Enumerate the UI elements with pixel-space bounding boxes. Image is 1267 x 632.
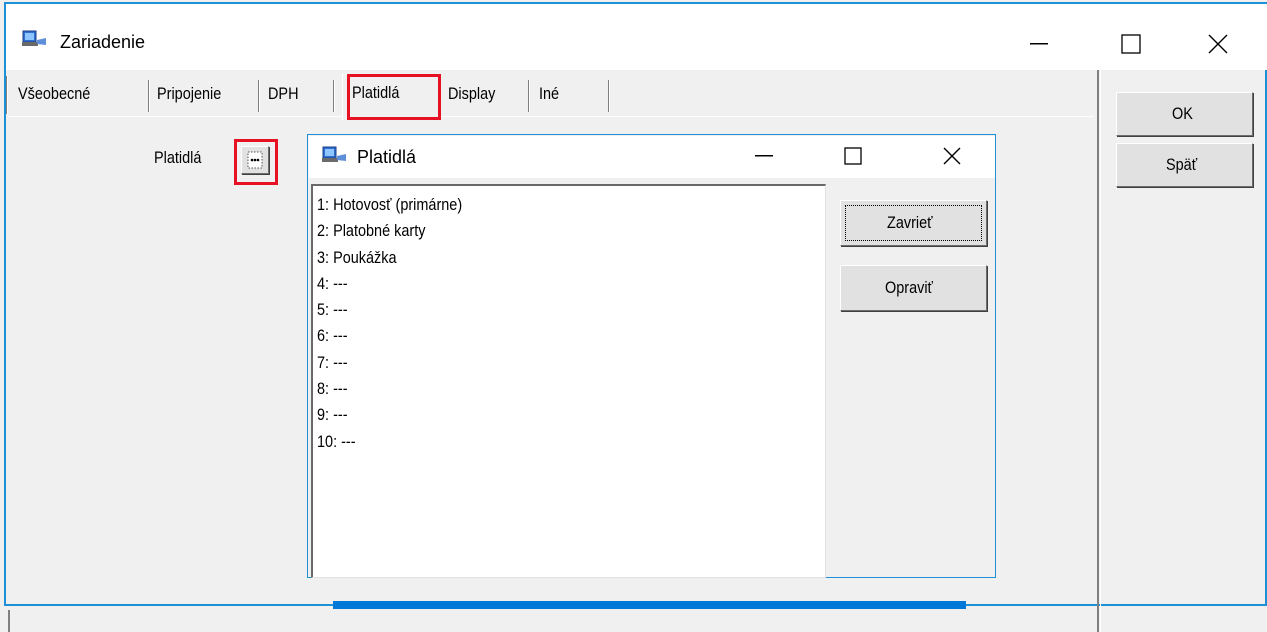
list-item[interactable]: 5: --- [317, 297, 797, 323]
tab-baseline [8, 116, 342, 117]
list-item[interactable]: 3: Poukážka [317, 245, 797, 271]
back-button[interactable]: Späť [1116, 143, 1253, 187]
minimize-icon[interactable] [1019, 24, 1059, 64]
tab-ine[interactable]: Iné [539, 74, 599, 114]
minimize-icon[interactable] [744, 138, 784, 174]
list-item[interactable]: 6: --- [317, 323, 797, 349]
ok-button[interactable]: OK [1116, 92, 1253, 136]
list-item[interactable]: 8: --- [317, 376, 797, 402]
tab-vseobecne[interactable]: Všeobecné [18, 74, 148, 114]
maximize-icon[interactable] [833, 138, 873, 174]
tab-dph[interactable]: DPH [268, 74, 328, 114]
main-title-bar: Zariadenie [6, 4, 1267, 70]
close-icon[interactable] [1198, 24, 1238, 64]
tab-display[interactable]: Display [448, 74, 528, 114]
payment-list[interactable]: 1: Hotovosť (primárne) 2: Platobné karty 3… [311, 184, 826, 578]
list-item[interactable]: 4: --- [317, 271, 797, 297]
accent-bar [333, 601, 966, 609]
highlight-box-tab [347, 74, 441, 120]
maximize-icon[interactable] [1111, 24, 1151, 64]
dialog-title: Platidlá [357, 147, 417, 167]
computer-icon [21, 30, 47, 50]
main-window-title: Zariadenie [60, 32, 146, 52]
close-button[interactable]: Zavrieť [840, 200, 987, 246]
list-item[interactable]: 7: --- [317, 350, 797, 376]
list-item[interactable]: 2: Platobné karty [317, 218, 797, 244]
list-item[interactable]: 9: --- [317, 402, 797, 428]
list-item[interactable]: 10: --- [317, 429, 797, 455]
close-icon[interactable] [932, 138, 972, 174]
dialog-title-bar: Platidlá [309, 136, 995, 178]
panel-separator [1097, 70, 1101, 632]
tab-pripojenie[interactable]: Pripojenie [157, 74, 257, 114]
platidla-field-label: Platidlá [154, 148, 202, 167]
computer-icon [321, 146, 347, 166]
list-item[interactable]: 1: Hotovosť (primárne) [317, 192, 797, 218]
edit-button[interactable]: Opraviť [840, 265, 987, 311]
highlight-box-browse [234, 139, 278, 185]
